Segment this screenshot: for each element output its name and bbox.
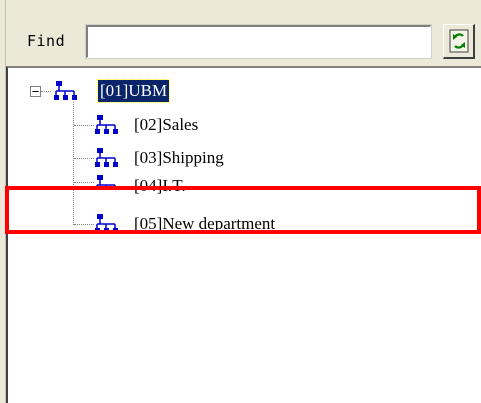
collapse-icon[interactable] [30,86,41,97]
tree-connector [74,158,94,159]
tree-node-label[interactable]: [02]Sales [134,114,198,136]
tree-connector [41,91,51,92]
refresh-button[interactable] [443,24,475,59]
org-chart-icon [54,81,77,100]
tree-node-label[interactable]: [05]New department [134,213,275,235]
department-tree[interactable]: [01]UBM [02]Sales [03]Shipping [04]I.T. … [6,66,481,403]
department-panel: Find [01]UBM [02]Sales [03]Shipping [04]… [0,0,481,403]
org-chart-icon [95,115,118,134]
tree-connector [74,224,94,225]
org-chart-icon [95,148,118,167]
refresh-icon [449,29,468,53]
tree-connector [74,182,94,183]
tree-connector [74,125,94,126]
tree-node-label[interactable]: [03]Shipping [134,147,224,169]
org-chart-icon [95,214,118,233]
tree-node-label[interactable]: [01]UBM [96,79,171,103]
find-input[interactable] [85,24,432,59]
tree-node-label[interactable]: [04]I.T. [134,175,186,197]
tree-trunk [73,102,74,225]
find-label: Find [27,32,66,50]
org-chart-icon [96,175,116,188]
find-bar: Find [0,0,481,66]
